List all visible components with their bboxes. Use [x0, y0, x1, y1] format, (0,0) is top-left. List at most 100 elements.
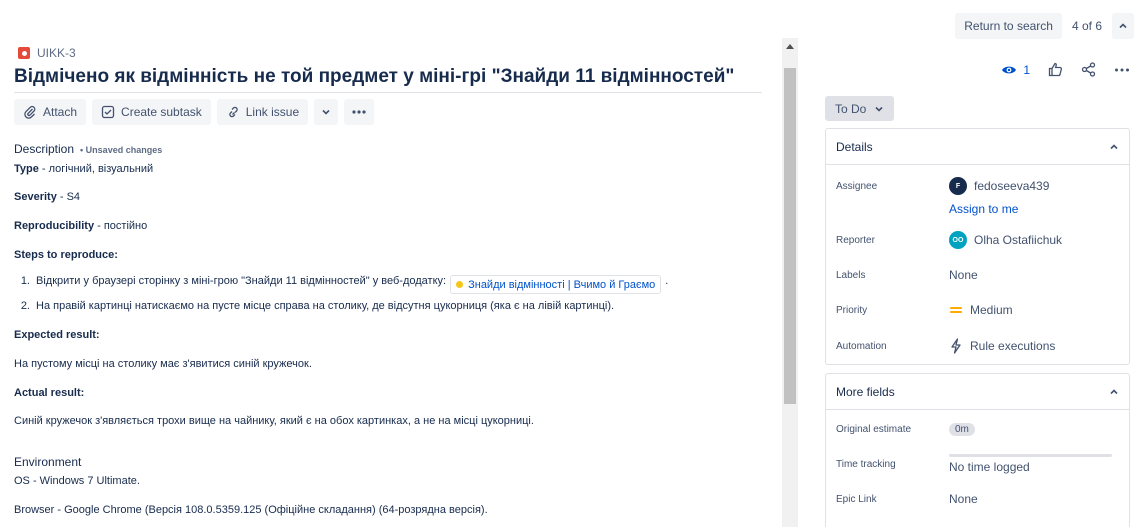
details-header[interactable]: Details — [826, 129, 1129, 165]
more-fields-panel: More fields Original estimate 0m Time tr… — [825, 373, 1130, 527]
severity-label: Severity — [14, 191, 57, 203]
step-number: 1. — [20, 275, 30, 287]
epic-link-field: Epic Link None — [836, 492, 978, 506]
reporter-value[interactable]: OO Olha Ostafiichuk — [949, 231, 1062, 249]
type-line: Type - логічний, візуальний — [14, 163, 153, 175]
create-subtask-label: Create subtask — [121, 105, 202, 119]
smart-link-label: Знайди відмінності | Вчимо й Граємо — [468, 278, 656, 291]
automation-value[interactable]: Rule executions — [949, 338, 1055, 354]
labels-label: Labels — [836, 269, 866, 281]
issue-main-panel: UIKK-3 Відмічено як відмінність не той п… — [0, 38, 780, 527]
priority-value[interactable]: Medium — [949, 303, 1013, 317]
more-icon — [352, 110, 366, 114]
assign-to-me-link[interactable]: Assign to me — [949, 202, 1018, 216]
original-estimate-field: Original estimate 0m — [836, 423, 975, 436]
severity-value: - S4 — [56, 191, 81, 203]
paperclip-icon — [24, 105, 36, 119]
issue-key[interactable]: UIKK-3 — [37, 46, 76, 60]
details-title: Details — [836, 139, 873, 154]
more-fields-header[interactable]: More fields — [826, 374, 1129, 410]
chevron-down-icon — [322, 109, 330, 115]
link-issue-button[interactable]: Link issue — [216, 99, 309, 125]
time-tracking-field: Time tracking No time logged — [836, 454, 1112, 474]
unsaved-changes-note: • Unsaved changes — [80, 145, 163, 155]
automation-link: Rule executions — [970, 339, 1056, 353]
environment-heading: Environment — [14, 455, 82, 469]
priority-medium-icon — [950, 307, 962, 313]
step-text: Відкрити у браузері сторінку з міні-грою… — [36, 275, 447, 287]
labels-field: Labels None — [836, 268, 978, 282]
description-label: Description — [14, 142, 75, 156]
step-number: 2. — [20, 300, 30, 312]
reporter-label: Reporter — [836, 234, 875, 246]
environment-os: OS - Windows 7 Ultimate. — [14, 475, 140, 487]
automation-label: Automation — [836, 340, 887, 352]
assignee-field: Assignee F fedoseeva439 — [836, 177, 1049, 195]
time-tracking-label: Time tracking — [836, 458, 896, 470]
assignee-value[interactable]: F fedoseeva439 — [949, 177, 1049, 195]
actual-text: Синій кружечок з'являється трохи вище на… — [14, 415, 534, 427]
issue-actions-toolbar: Attach Create subtask Link issue — [14, 99, 375, 125]
more-icon[interactable] — [1114, 67, 1130, 73]
time-tracking-bar — [949, 454, 1112, 457]
avatar: OO — [949, 231, 967, 249]
time-tracking-value[interactable]: No time logged — [949, 454, 1112, 474]
status-label: To Do — [835, 101, 867, 116]
type-label: Type — [14, 163, 39, 175]
thumbs-up-icon[interactable] — [1048, 62, 1063, 77]
issue-navigation: Return to search 4 of 6 — [955, 13, 1134, 39]
issue-title[interactable]: Відмічено як відмінність не той предмет … — [14, 66, 762, 88]
time-tracking-text: No time logged — [949, 460, 1030, 474]
epic-link-label: Epic Link — [836, 493, 877, 505]
priority-name: Medium — [970, 303, 1013, 317]
watch-button[interactable]: 1 — [1001, 63, 1030, 77]
more-actions-button[interactable] — [344, 99, 375, 125]
site-favicon-icon — [456, 281, 464, 288]
issue-key-breadcrumb[interactable]: UIKK-3 — [18, 46, 76, 60]
watch-count: 1 — [1023, 62, 1030, 77]
status-dropdown[interactable]: To Do — [825, 96, 895, 121]
create-subtask-button[interactable]: Create subtask — [92, 99, 211, 125]
scroll-thumb[interactable] — [784, 68, 796, 404]
chevron-up-icon — [1110, 388, 1118, 394]
severity-line: Severity - S4 — [14, 191, 80, 203]
description-header: Description • Unsaved changes — [14, 142, 162, 156]
attach-button[interactable]: Attach — [14, 99, 87, 125]
reproducibility-line: Reproducibility - постійно — [14, 220, 147, 232]
type-value: - логічний, візуальний — [38, 163, 154, 175]
step-text: На правій картинці натискаємо на пусте м… — [36, 300, 615, 312]
return-to-search-button[interactable]: Return to search — [955, 13, 1062, 39]
expected-text: На пустому місці на столику має з'явитис… — [14, 358, 312, 370]
chevron-down-icon — [875, 106, 883, 112]
details-panel: Details Assignee F fedoseeva439 Assign t… — [825, 128, 1130, 365]
step-item: 1. Відкрити у браузері сторінку з міні-г… — [14, 275, 668, 294]
actual-heading: Actual result: — [14, 387, 85, 399]
scroll-up-arrow-icon[interactable] — [786, 44, 794, 49]
assignee-label: Assignee — [836, 180, 878, 192]
main-scrollbar[interactable] — [782, 38, 798, 527]
link-issue-label: Link issue — [245, 105, 300, 119]
share-icon[interactable] — [1081, 62, 1096, 77]
step-end: . — [665, 275, 669, 287]
environment-browser: Browser - Google Chrome (Версія 108.0.53… — [14, 504, 488, 516]
previous-issue-button[interactable] — [1112, 13, 1134, 39]
avatar: F — [949, 177, 967, 195]
more-fields-title: More fields — [836, 384, 895, 399]
bug-type-icon — [18, 47, 30, 59]
step-item: 2. На правій картинці натискаємо на пуст… — [14, 300, 614, 312]
expected-heading: Expected result: — [14, 329, 100, 341]
smart-link[interactable]: Знайди відмінності | Вчимо й Граємо — [450, 275, 662, 294]
subtask-icon — [101, 105, 115, 119]
reproducibility-label: Reproducibility — [14, 220, 95, 232]
link-issue-dropdown-button[interactable] — [314, 99, 339, 125]
reporter-field: Reporter OO Olha Ostafiichuk — [836, 231, 1062, 249]
original-estimate-value[interactable]: 0m — [949, 423, 975, 436]
priority-label: Priority — [836, 304, 868, 316]
automation-field: Automation Rule executions — [836, 338, 1055, 354]
reporter-name: Olha Ostafiichuk — [974, 233, 1063, 247]
labels-value[interactable]: None — [949, 268, 978, 282]
chevron-up-icon — [1110, 143, 1118, 149]
original-estimate-label: Original estimate — [836, 424, 912, 435]
epic-link-value[interactable]: None — [949, 492, 978, 506]
eye-icon — [1002, 66, 1017, 73]
